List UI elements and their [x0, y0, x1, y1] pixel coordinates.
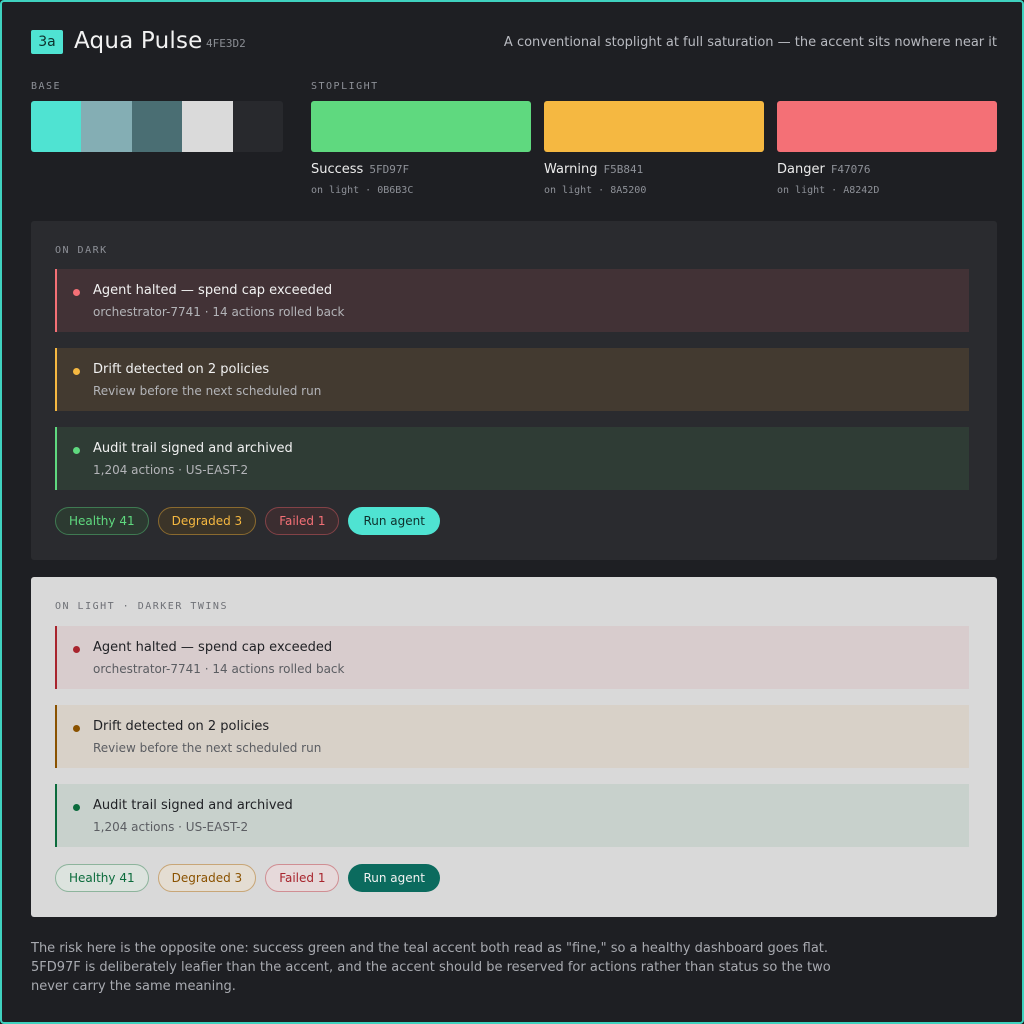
warning-light-variant: on light · 8A5200: [544, 185, 647, 196]
alert-subtitle: 1,204 actions · US-EAST-2: [93, 463, 249, 477]
stoplight-danger: Danger F47076 on light · A8242D: [777, 101, 997, 196]
alert-subtitle: orchestrator-7741 · 14 actions rolled ba…: [93, 305, 345, 319]
danger-name: Danger: [777, 162, 825, 177]
alert-title: Audit trail signed and archived: [93, 798, 293, 813]
danger-light-variant: on light · A8242D: [777, 185, 880, 196]
light-pill-row: Healthy 41 Degraded 3 Failed 1 Run agent: [55, 864, 440, 892]
alert-title: Drift detected on 2 policies: [93, 719, 270, 734]
palette-subtitle: A conventional stoplight at full saturat…: [503, 35, 997, 50]
stoplight-warning: Warning F5B841 on light · 8A5200: [544, 101, 764, 196]
base-swatch-1: [31, 101, 82, 152]
success-swatch: [311, 101, 531, 152]
success-code: 5FD97F: [369, 163, 410, 176]
alert-subtitle: Review before the next scheduled run: [93, 384, 322, 398]
warning-swatch: [544, 101, 764, 152]
danger-swatch: [777, 101, 997, 152]
palette-title: Aqua Pulse: [74, 28, 203, 54]
header: 3a Aqua Pulse 4FE3D2 A conventional stop…: [31, 28, 997, 58]
danger-code: F47076: [830, 163, 871, 176]
light-preview-panel: ON LIGHT · DARKER TWINS Agent halted — s…: [31, 577, 997, 917]
base-swatch-strip: [31, 101, 283, 152]
dark-panel-label: ON DARK: [55, 245, 108, 256]
stoplight-success: Success 5FD97F on light · 0B6B3C: [311, 101, 531, 196]
palette-frame: 3a Aqua Pulse 4FE3D2 A conventional stop…: [0, 0, 1024, 1024]
light-alert-danger[interactable]: Agent halted — spend cap exceeded orches…: [55, 626, 969, 689]
base-swatch-3: [131, 101, 183, 152]
healthy-pill[interactable]: Healthy 41: [55, 864, 149, 892]
alert-subtitle: Review before the next scheduled run: [93, 741, 322, 755]
failed-pill[interactable]: Failed 1: [265, 507, 340, 535]
dark-preview-panel: ON DARK Agent halted — spend cap exceede…: [31, 221, 997, 560]
warning-name: Warning: [544, 162, 598, 177]
degraded-pill[interactable]: Degraded 3: [157, 507, 257, 535]
dark-alert-warning[interactable]: Drift detected on 2 policies Review befo…: [55, 348, 969, 411]
run-agent-button[interactable]: Run agent: [348, 507, 440, 535]
healthy-pill[interactable]: Healthy 41: [55, 507, 149, 535]
danger-dot-icon: [73, 289, 80, 296]
alert-title: Agent halted — spend cap exceeded: [93, 640, 333, 655]
footer-note: The risk here is the opposite one: succe…: [31, 941, 831, 994]
success-light-variant: on light · 0B6B3C: [311, 185, 414, 196]
dark-alert-danger[interactable]: Agent halted — spend cap exceeded orches…: [55, 269, 969, 332]
success-dot-icon: [73, 447, 80, 454]
palette-hex: 4FE3D2: [206, 37, 246, 50]
alert-title: Audit trail signed and archived: [93, 441, 293, 456]
danger-dot-icon: [73, 646, 80, 653]
light-panel-label: ON LIGHT · DARKER TWINS: [55, 601, 228, 612]
alert-subtitle: 1,204 actions · US-EAST-2: [93, 820, 249, 834]
dark-alert-success[interactable]: Audit trail signed and archived 1,204 ac…: [55, 427, 969, 490]
success-dot-icon: [73, 804, 80, 811]
stoplight-label: STOPLIGHT: [311, 81, 379, 92]
alert-title: Drift detected on 2 policies: [93, 362, 270, 377]
failed-pill[interactable]: Failed 1: [265, 864, 340, 892]
base-swatch-5: [232, 101, 283, 152]
success-name: Success: [311, 162, 364, 177]
light-alert-warning[interactable]: Drift detected on 2 policies Review befo…: [55, 705, 969, 768]
run-agent-button[interactable]: Run agent: [348, 864, 440, 892]
warning-dot-icon: [73, 725, 80, 732]
base-swatch-4: [182, 101, 233, 152]
alert-subtitle: orchestrator-7741 · 14 actions rolled ba…: [93, 662, 345, 676]
light-alert-success[interactable]: Audit trail signed and archived 1,204 ac…: [55, 784, 969, 847]
palette-badge: 3a: [31, 30, 63, 54]
degraded-pill[interactable]: Degraded 3: [157, 864, 257, 892]
warning-code: F5B841: [603, 163, 644, 176]
base-label: BASE: [31, 81, 62, 92]
base-swatch-2: [81, 101, 132, 152]
dark-pill-row: Healthy 41 Degraded 3 Failed 1 Run agent: [55, 507, 440, 535]
alert-title: Agent halted — spend cap exceeded: [93, 283, 333, 298]
warning-dot-icon: [73, 368, 80, 375]
